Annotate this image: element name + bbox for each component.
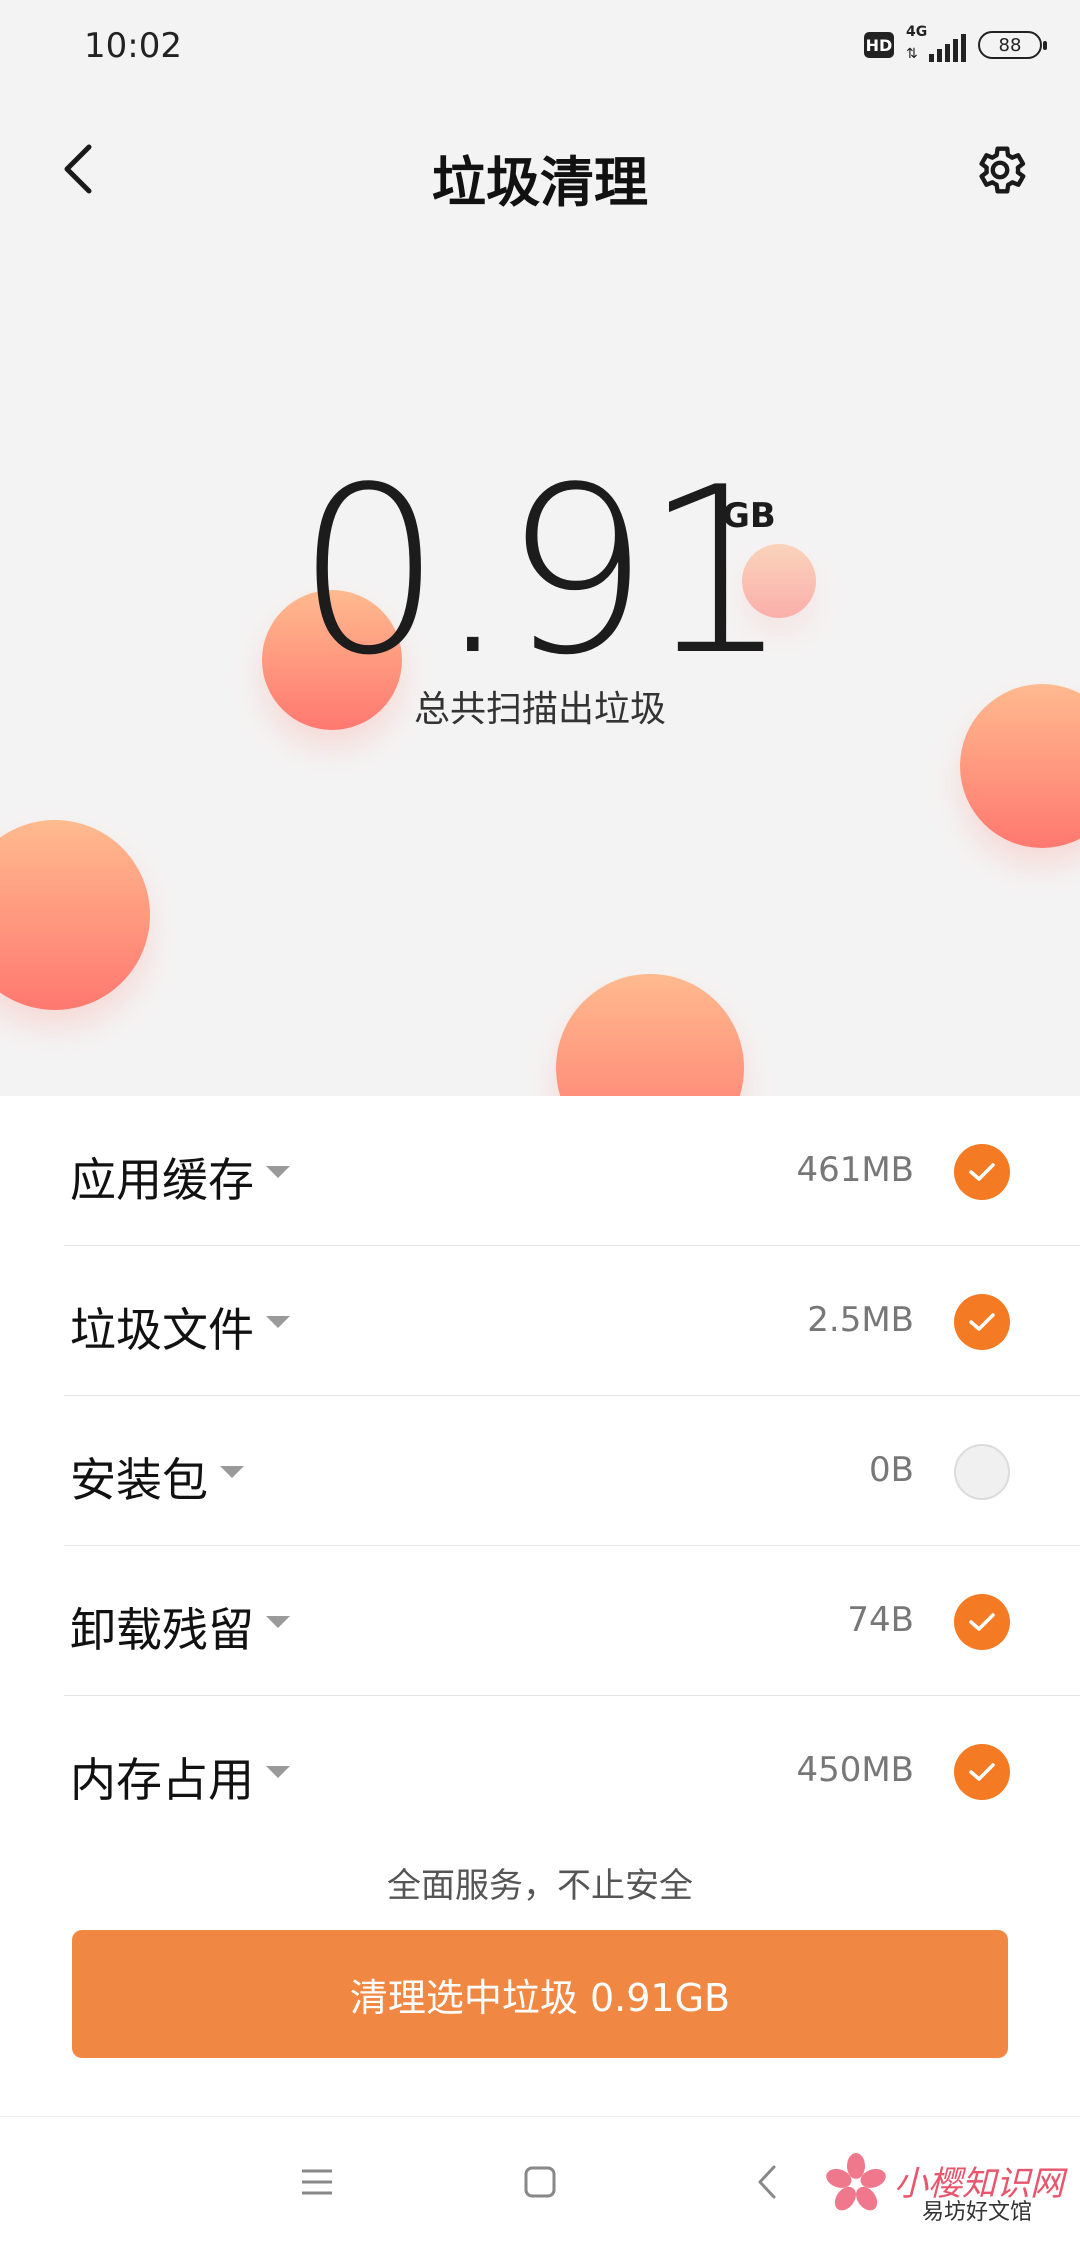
item-label: 应用缓存: [70, 1153, 254, 1207]
app-header: 垃圾清理: [0, 120, 1080, 220]
nav-back-button[interactable]: [732, 2147, 802, 2217]
list-item-install-packages[interactable]: 安装包 0B: [64, 1396, 1080, 1546]
list-item-memory-usage[interactable]: 内存占用 450MB: [64, 1696, 1080, 1846]
recent-apps-button[interactable]: [282, 2147, 352, 2217]
settings-button[interactable]: [960, 130, 1040, 210]
status-icons: HD 4G ⇅ 88: [864, 24, 1047, 62]
caret-down-icon[interactable]: [266, 1766, 290, 1778]
square-icon: [524, 2166, 556, 2198]
decorative-bubble: [0, 820, 150, 1010]
item-checkbox[interactable]: [954, 1744, 1010, 1800]
item-checkbox[interactable]: [954, 1594, 1010, 1650]
watermark-sub: 易坊好文馆: [922, 2200, 1033, 2225]
chevron-left-icon: [758, 2165, 776, 2199]
item-checkbox[interactable]: [954, 1444, 1010, 1500]
checkmark-icon: [969, 1613, 995, 1631]
item-label: 内存占用: [70, 1753, 254, 1807]
signal-bars-icon: [929, 34, 966, 62]
status-bar: 10:02 HD 4G ⇅ 88: [0, 0, 1080, 96]
page-title: 垃圾清理: [432, 151, 648, 214]
menu-icon: [302, 2169, 332, 2195]
gear-icon: [979, 146, 1026, 194]
item-label: 垃圾文件: [70, 1303, 254, 1357]
item-checkbox[interactable]: [954, 1294, 1010, 1350]
network-type: 4G: [906, 24, 928, 40]
sakura-flower-icon: [826, 2153, 886, 2211]
checkmark-icon: [969, 1313, 995, 1331]
item-size: 74B: [847, 1600, 914, 1640]
item-label: 安装包: [70, 1453, 208, 1507]
caret-down-icon[interactable]: [266, 1316, 290, 1328]
item-size: 450MB: [796, 1750, 914, 1790]
data-arrows-icon: ⇅: [906, 46, 918, 62]
item-size: 2.5MB: [807, 1300, 914, 1340]
checkmark-icon: [969, 1163, 995, 1181]
list-item-uninstall-residue[interactable]: 卸载残留 74B: [64, 1546, 1080, 1696]
item-checkbox[interactable]: [954, 1144, 1010, 1200]
caret-down-icon[interactable]: [266, 1166, 290, 1178]
item-size: 0B: [869, 1450, 914, 1490]
caret-down-icon[interactable]: [266, 1616, 290, 1628]
battery-icon: 88: [978, 31, 1047, 59]
battery-level: 88: [998, 34, 1022, 56]
decorative-bubble: [556, 974, 744, 1096]
slogan-text: 全面服务，不止安全: [387, 1866, 693, 1906]
total-junk-unit: GB: [722, 496, 776, 536]
list-item-app-cache[interactable]: 应用缓存 461MB: [64, 1096, 1080, 1246]
clean-selected-button[interactable]: 清理选中垃圾 0.91GB: [72, 1930, 1008, 2058]
signal-icon: 4G ⇅: [906, 24, 966, 62]
item-label: 卸载残留: [70, 1603, 254, 1657]
junk-cleaner-screen: 0.91 GB 总共扫描出垃圾 10:02 HD 4G ⇅ 88 垃圾清理 应用…: [0, 0, 1080, 2248]
hd-icon: HD: [864, 32, 894, 58]
caret-down-icon[interactable]: [220, 1466, 244, 1478]
total-junk-caption: 总共扫描出垃圾: [413, 689, 666, 730]
home-button[interactable]: [505, 2147, 575, 2217]
list-item-junk-files[interactable]: 垃圾文件 2.5MB: [64, 1246, 1080, 1396]
total-junk-size: 0.91: [295, 439, 790, 706]
item-size: 461MB: [796, 1150, 914, 1190]
checkmark-icon: [969, 1763, 995, 1781]
watermark: 小樱知识网 易坊好文馆: [824, 2148, 1064, 2228]
status-time: 10:02: [84, 26, 182, 66]
